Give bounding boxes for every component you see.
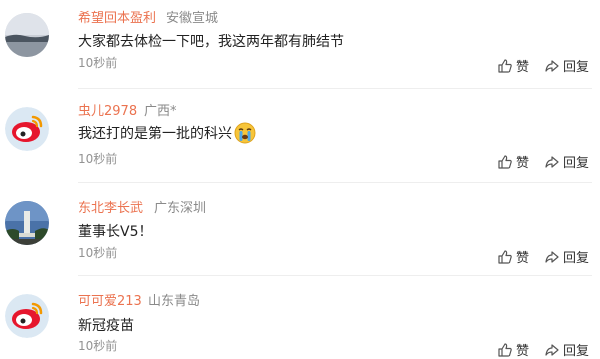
- reply-arrow-icon: [545, 59, 559, 72]
- comment-item: 虫儿2978 广西* 我还打的是第一批的科兴 10秒前 赞 回复: [0, 90, 600, 183]
- reply-button[interactable]: 回复: [545, 247, 589, 266]
- like-button[interactable]: 赞: [498, 152, 529, 171]
- reply-button[interactable]: 回复: [545, 340, 589, 359]
- comment-time: 10秒前: [78, 152, 118, 166]
- monument-photo-icon: [5, 201, 49, 245]
- avatar[interactable]: [5, 13, 49, 57]
- reply-arrow-icon: [545, 343, 559, 356]
- comment-time: 10秒前: [78, 246, 118, 260]
- like-button[interactable]: 赞: [498, 340, 529, 359]
- crying-face-icon: [234, 122, 256, 144]
- weibo-logo-icon: [5, 107, 49, 151]
- user-location: 山东青岛: [148, 294, 201, 309]
- thumbs-up-icon: [498, 58, 512, 73]
- comment-text: 董事长V5！: [78, 224, 153, 240]
- like-label: 赞: [516, 251, 530, 266]
- thumbs-up-icon: [498, 154, 512, 169]
- user-location: 广西*: [144, 104, 177, 119]
- weibo-logo-icon: [5, 294, 49, 338]
- reply-button[interactable]: 回复: [545, 152, 589, 171]
- reply-button[interactable]: 回复: [545, 56, 589, 75]
- avatar[interactable]: [5, 107, 49, 151]
- comment-item: 东北李长武 广东深圳 董事长V5！ 10秒前 赞 回复: [0, 183, 600, 276]
- like-label: 赞: [516, 156, 530, 171]
- user-location: 广东深圳: [154, 201, 207, 216]
- comment-text: 大家都去体检一下吧，我这两年都有肺结节: [78, 34, 344, 50]
- comment-text-content: 我还打的是第一批的科兴: [78, 126, 232, 142]
- username[interactable]: 东北李长武: [78, 197, 143, 216]
- reply-label: 回复: [563, 251, 590, 266]
- comment-item: 希望回本盈利 安徽宣城 大家都去体检一下吧，我这两年都有肺结节 10秒前 赞 回…: [0, 0, 600, 90]
- username[interactable]: 希望回本盈利: [78, 7, 156, 26]
- thumbs-up-icon: [498, 342, 512, 357]
- avatar[interactable]: [5, 294, 49, 338]
- comment-time: 10秒前: [78, 56, 118, 70]
- like-label: 赞: [516, 344, 530, 359]
- divider: [78, 88, 592, 89]
- like-button[interactable]: 赞: [498, 56, 529, 75]
- thumbs-up-icon: [498, 249, 512, 264]
- reply-arrow-icon: [545, 155, 559, 168]
- user-location: 安徽宣城: [166, 11, 219, 26]
- username[interactable]: 虫儿2978: [78, 100, 137, 119]
- username[interactable]: 可可爱213: [78, 290, 142, 309]
- like-label: 赞: [516, 60, 530, 75]
- reply-label: 回复: [563, 156, 590, 171]
- reply-label: 回复: [563, 344, 590, 359]
- landscape-photo-icon: [5, 13, 49, 57]
- comment-text: 我还打的是第一批的科兴: [78, 122, 256, 144]
- avatar[interactable]: [5, 201, 49, 245]
- reply-label: 回复: [563, 60, 590, 75]
- comment-time: 10秒前: [78, 339, 118, 353]
- comment-text: 新冠疫苗: [78, 318, 134, 334]
- reply-arrow-icon: [545, 250, 559, 263]
- comment-item: 可可爱213 山东青岛 新冠疫苗 10秒前 赞 回复: [0, 276, 600, 359]
- like-button[interactable]: 赞: [498, 247, 529, 266]
